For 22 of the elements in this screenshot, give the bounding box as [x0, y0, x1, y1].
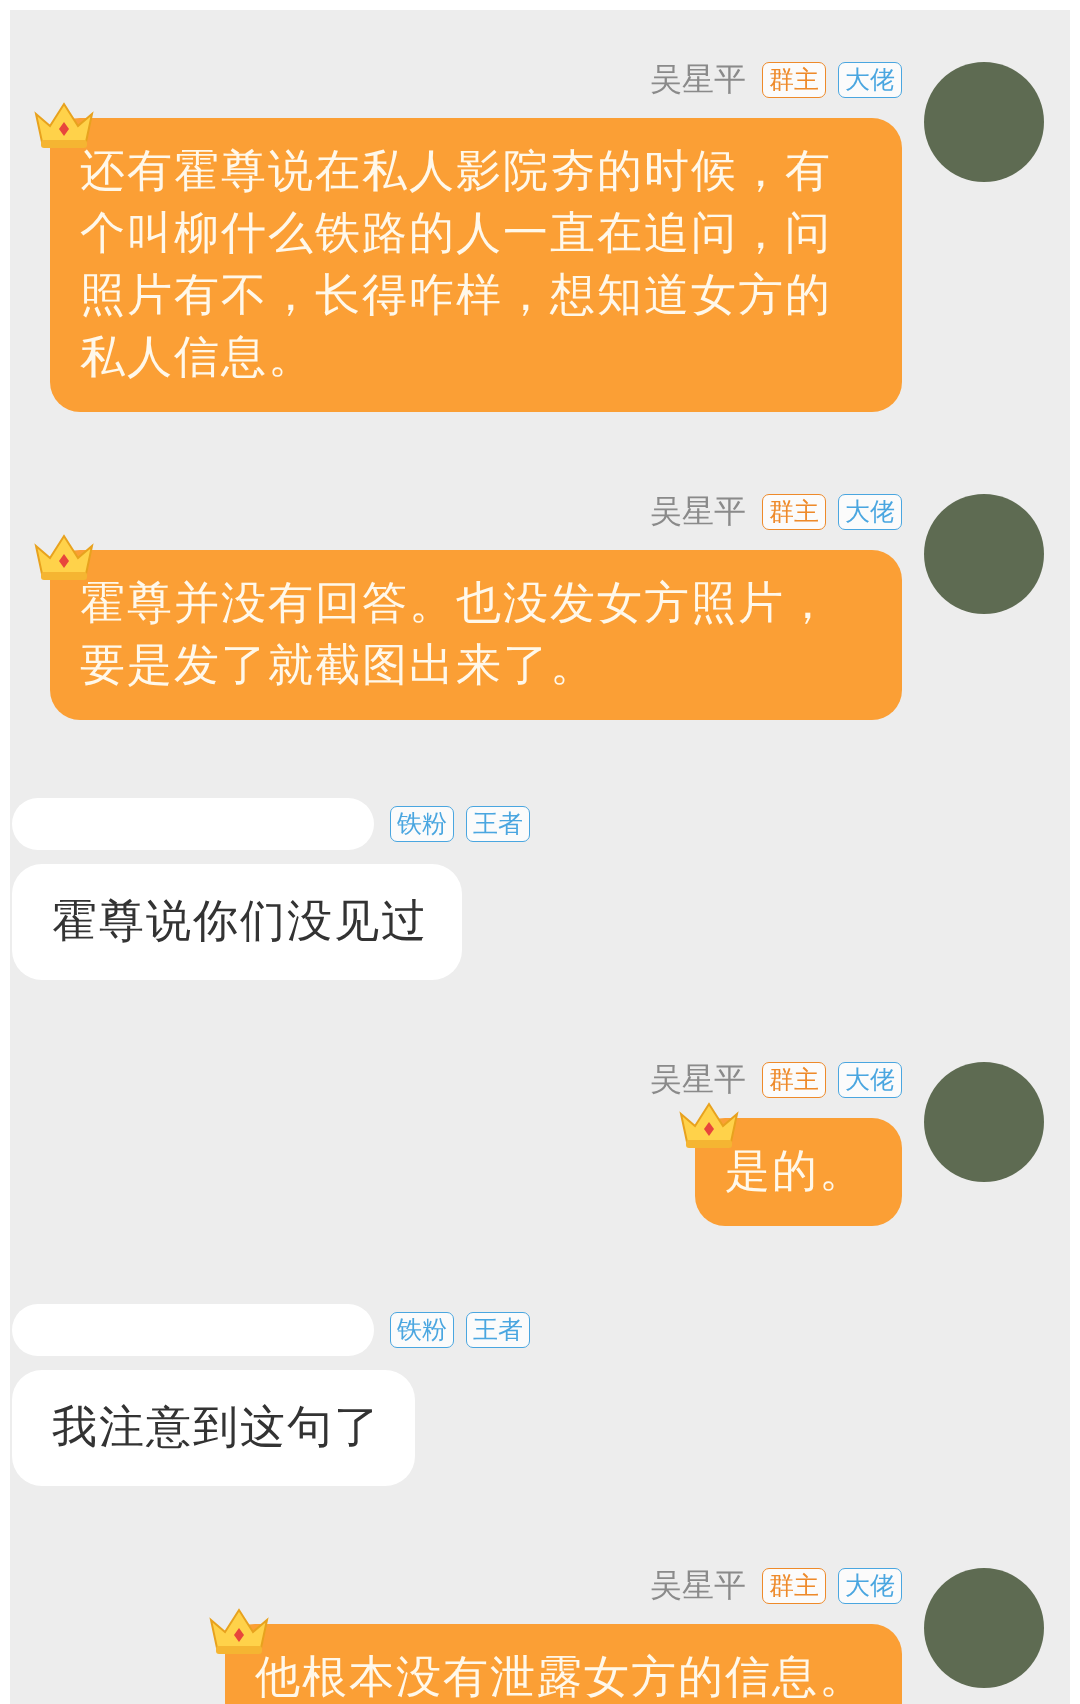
user-badge: 群主 [762, 62, 826, 98]
user-badge: 群主 [762, 1062, 826, 1098]
sender-name: 吴星平 [650, 1059, 746, 1100]
sender-name: 吴星平 [650, 491, 746, 532]
user-badge: 铁粉 [390, 806, 454, 842]
user-badge: 大佬 [838, 1568, 902, 1604]
user-badge: 铁粉 [390, 1312, 454, 1348]
crown-icon [32, 100, 96, 150]
user-badge: 群主 [762, 494, 826, 530]
user-badge: 大佬 [838, 1062, 902, 1098]
message-bubble: 霍尊说你们没见过 [12, 864, 462, 980]
crown-icon [207, 1606, 271, 1656]
sender-name: 吴星平 [650, 1565, 746, 1606]
crown-icon [32, 532, 96, 582]
user-badge: 群主 [762, 1568, 826, 1604]
sender-name: 吴星平 [650, 59, 746, 100]
user-badge: 大佬 [838, 494, 902, 530]
user-badge: 王者 [466, 806, 530, 842]
user-badge: 大佬 [838, 62, 902, 98]
message-bubble: 我注意到这句了 [12, 1370, 415, 1486]
user-badge: 王者 [466, 1312, 530, 1348]
crown-icon [677, 1100, 741, 1150]
